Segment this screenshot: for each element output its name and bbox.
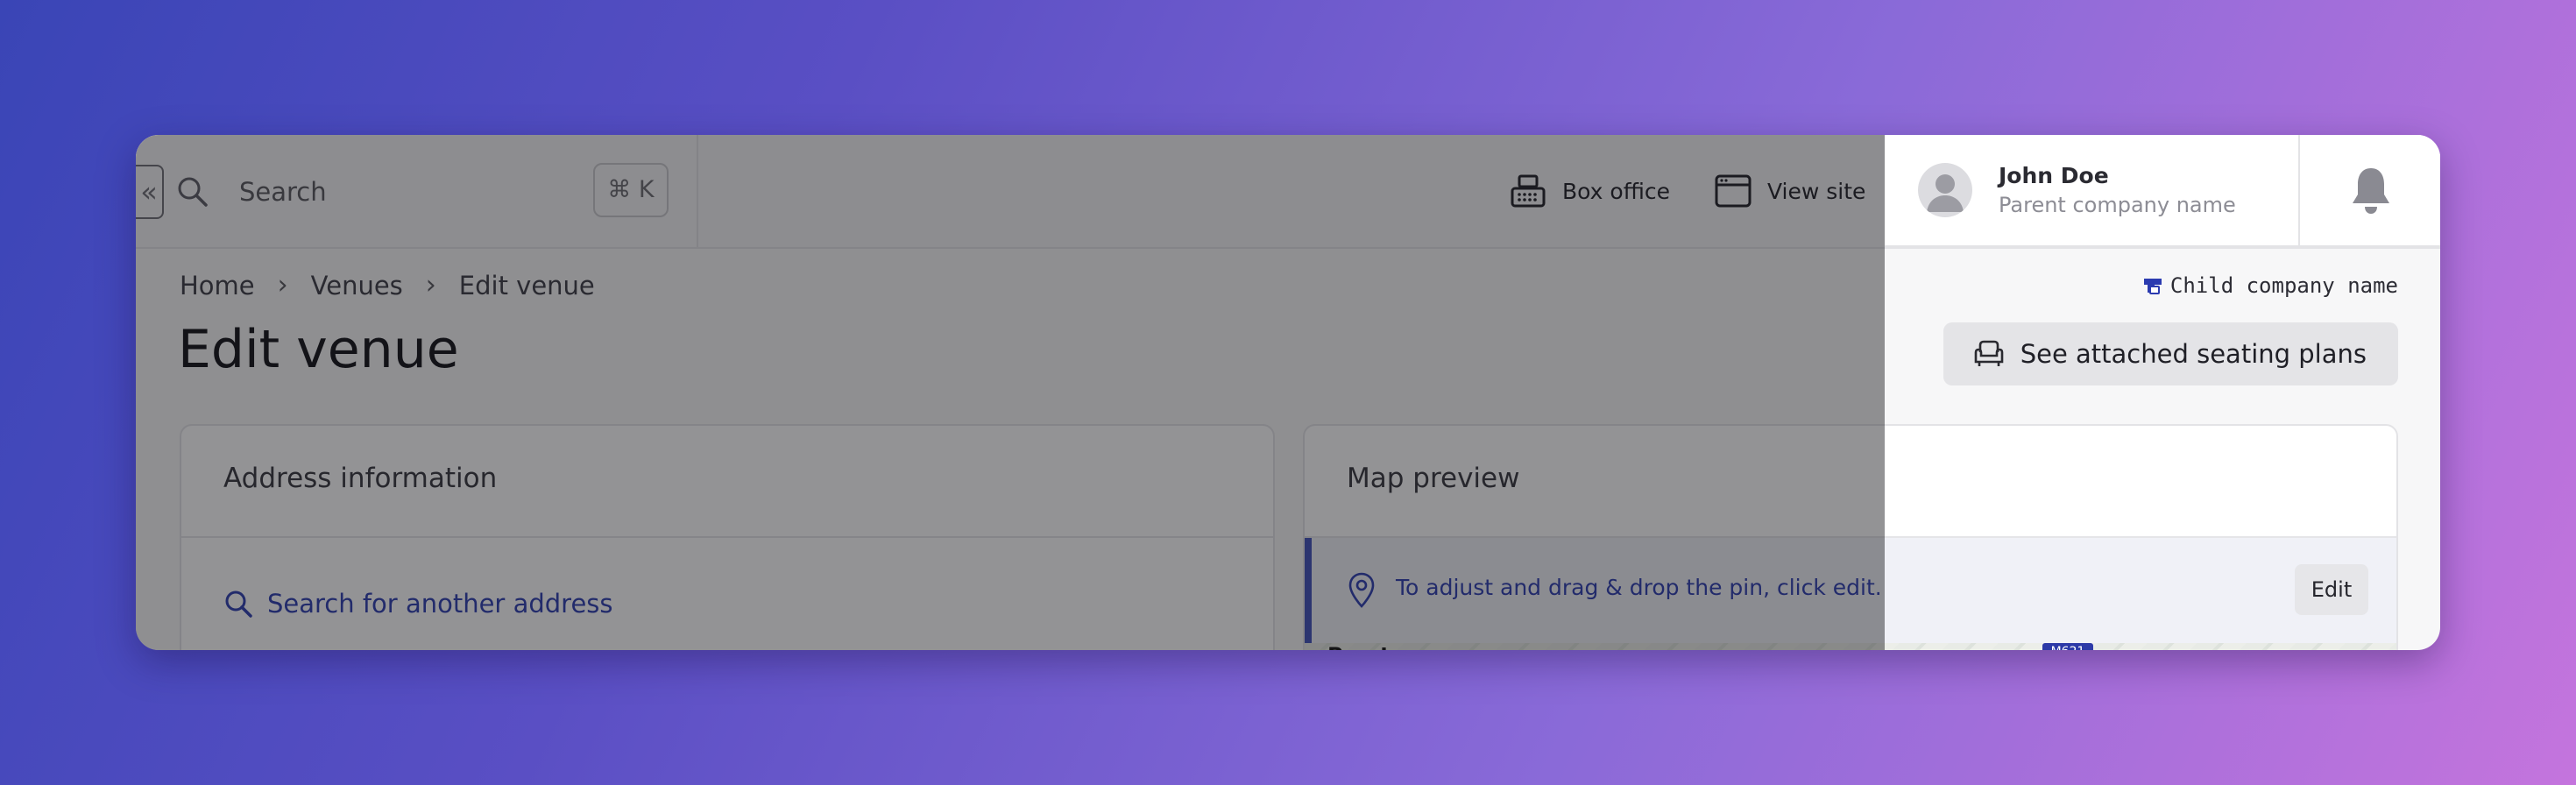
armchair-icon (1974, 340, 2004, 366)
search-input[interactable]: Search (239, 175, 327, 209)
map-info-alert: To adjust and drag & drop the pin, click… (1305, 538, 2396, 643)
map-road-badge: M621 (2042, 643, 2093, 650)
child-company-name: Child company name (2169, 273, 2398, 298)
search-shortcut-badge: ⌘ K (593, 163, 669, 217)
address-card-title: Address information (223, 463, 498, 494)
user-menu[interactable]: John Doe Parent company name (1885, 135, 2300, 247)
map-info-text: To adjust and drag & drop the pin, click… (1396, 575, 1882, 600)
box-office-button[interactable]: Box office (1510, 170, 1670, 212)
search-icon (225, 591, 252, 618)
notifications-button[interactable] (2300, 135, 2440, 247)
breadcrumb-venues[interactable]: Venues (311, 271, 403, 301)
parent-company-name: Parent company name (1999, 193, 2236, 217)
view-site-button[interactable]: View site (1715, 170, 1865, 212)
box-office-label: Box office (1562, 178, 1671, 204)
page-title: Edit venue (178, 319, 459, 380)
search-another-address-link[interactable]: Search for another address (223, 589, 613, 619)
breadcrumb-current: Edit venue (458, 270, 595, 301)
search-icon (176, 175, 209, 209)
browser-window-icon (1715, 174, 1752, 208)
main-content: Home › Venues › Edit venue Edit venue Ch… (136, 247, 2440, 650)
user-avatar-icon (1918, 163, 1972, 217)
top-bar: « Search ⌘ K Box office View site John D… (136, 135, 2440, 249)
user-name: John Doe (1999, 163, 2109, 188)
app-window: « Search ⌘ K Box office View site John D… (136, 135, 2440, 650)
map-card-title: Map preview (1347, 463, 1520, 494)
map-preview-card: Map preview To adjust and drag & drop th… (1303, 424, 2398, 650)
card-divider (181, 536, 1273, 538)
bell-icon (2349, 165, 2393, 216)
chevron-right-icon: › (425, 270, 436, 301)
address-information-card: Address information Search for another a… (180, 424, 1275, 650)
search-another-address-label: Search for another address (267, 589, 613, 619)
chevron-right-icon: › (277, 270, 288, 301)
sidebar-collapse-button[interactable]: « (136, 165, 164, 219)
topbar-divider (697, 135, 698, 247)
seating-button-label: See attached seating plans (2020, 339, 2367, 369)
map-pin-icon (1347, 571, 1376, 610)
map-town-label: Preston (1327, 643, 1419, 650)
child-company-label: Child company name (2142, 273, 2398, 298)
see-seating-plans-button[interactable]: See attached seating plans (1943, 322, 2398, 385)
breadcrumb: Home › Venues › Edit venue (180, 270, 595, 301)
map-preview[interactable]: Preston M621 (1305, 643, 2396, 650)
company-tag-icon (2143, 279, 2162, 294)
view-site-label: View site (1767, 178, 1866, 204)
breadcrumb-home[interactable]: Home (180, 271, 255, 301)
cash-register-icon (1511, 174, 1546, 208)
edit-map-button[interactable]: Edit (2295, 564, 2368, 615)
